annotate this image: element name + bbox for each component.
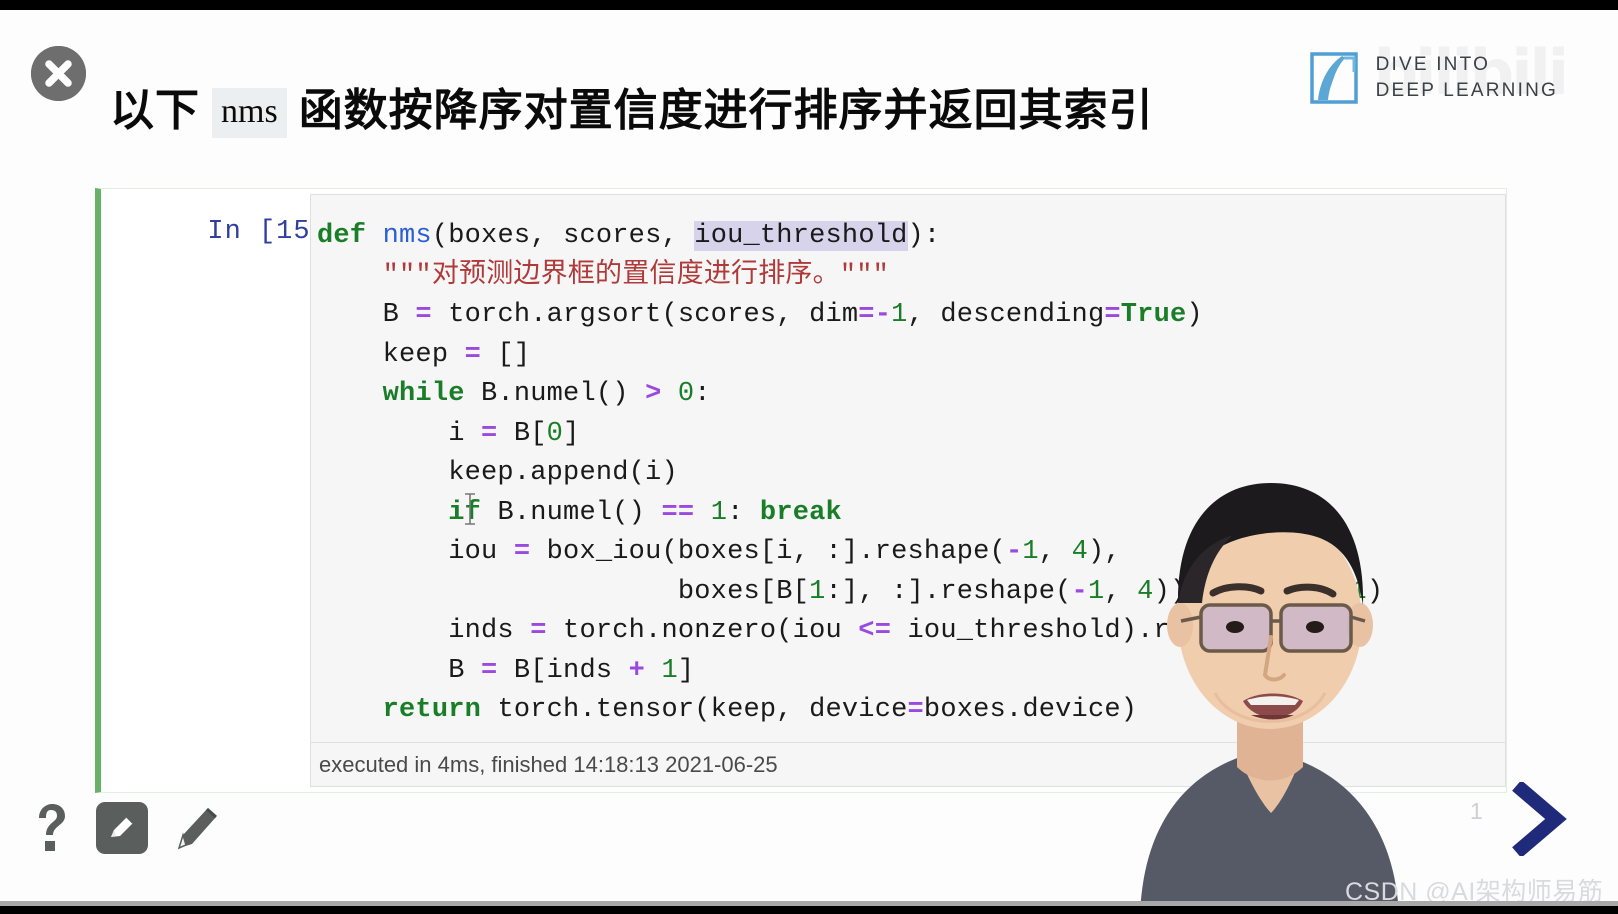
title-prefix: 以下 bbox=[110, 86, 200, 135]
brand-logo: DIVE INTO DEEP LEARNING bbox=[1308, 48, 1558, 108]
csdn-watermark: CSDN @AI架构师易筋 bbox=[1345, 878, 1604, 901]
page-title: 以下 nms 函数按降序对置信度进行排序并返回其索引 bbox=[110, 74, 1154, 141]
brand-line-2: DEEP LEARNING bbox=[1375, 80, 1558, 101]
d2l-book-logo-icon bbox=[1308, 48, 1364, 108]
execution-status-bar: executed in 4ms, finished 14:18:13 2021-… bbox=[311, 742, 1505, 786]
page-number: 1 bbox=[1470, 798, 1483, 824]
annotation-toolbar[interactable] bbox=[30, 802, 222, 854]
video-player-frame: bilibili DIVE INTO DEEP LEARNING 以下 nms … bbox=[0, 0, 1618, 914]
notebook-cell[interactable]: In [15]: def nms(boxes, scores, iou_thre… bbox=[95, 188, 1507, 793]
title-suffix: 函数按降序对置信度进行排序并返回其索引 bbox=[298, 86, 1154, 135]
letterbox-top bbox=[0, 0, 1618, 10]
question-mark-icon[interactable] bbox=[30, 802, 70, 854]
letterbox-bottom bbox=[0, 906, 1618, 914]
execution-status-text: executed in 4ms, finished 14:18:13 2021-… bbox=[319, 751, 778, 777]
slide-canvas: bilibili DIVE INTO DEEP LEARNING 以下 nms … bbox=[0, 10, 1618, 901]
code-editor[interactable]: def nms(boxes, scores, iou_threshold): "… bbox=[310, 194, 1506, 787]
title-code-chip: nms bbox=[212, 88, 287, 138]
brand-line-1: DIVE INTO bbox=[1375, 54, 1491, 76]
brand-text: DIVE INTO DEEP LEARNING bbox=[1376, 52, 1558, 103]
chevron-right-icon[interactable] bbox=[1506, 780, 1576, 861]
code-content[interactable]: def nms(boxes, scores, iou_threshold): "… bbox=[311, 195, 1505, 741]
text-cursor-icon bbox=[465, 493, 475, 525]
pencil-box-icon[interactable] bbox=[96, 802, 148, 854]
close-icon[interactable] bbox=[31, 46, 86, 101]
pencil-icon[interactable] bbox=[174, 803, 222, 853]
